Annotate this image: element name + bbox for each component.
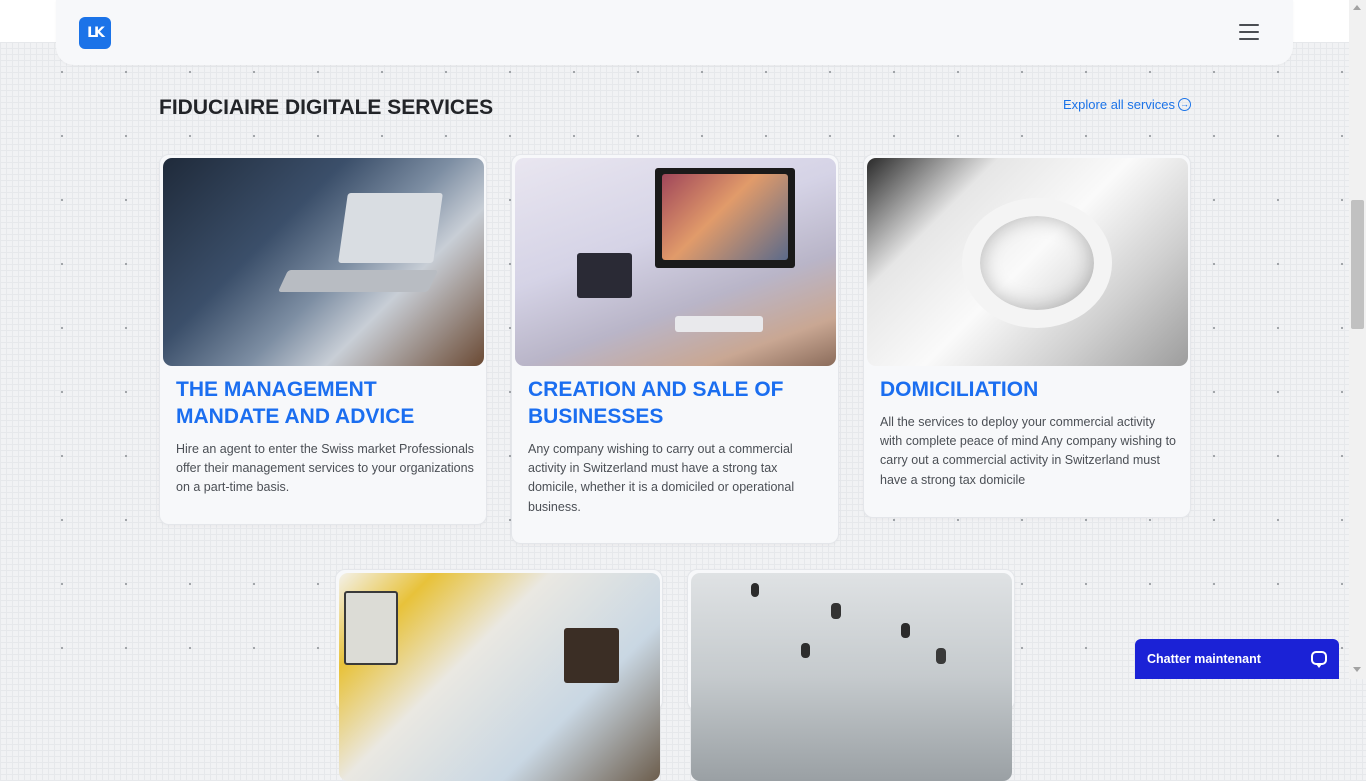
chat-label: Chatter maintenant [1147, 652, 1261, 666]
scroll-up-arrow-icon[interactable] [1353, 5, 1361, 10]
arrow-right-circle-icon: → [1178, 98, 1191, 111]
service-card-management[interactable]: THE MANAGEMENT MANDATE AND ADVICE Hire a… [159, 154, 487, 525]
hamburger-menu-icon[interactable] [1239, 24, 1259, 40]
card-title: THE MANAGEMENT MANDATE AND ADVICE [176, 378, 415, 428]
service-card-accounting[interactable] [335, 569, 663, 781]
site-header: LK [56, 0, 1293, 65]
chat-now-button[interactable]: Chatter maintenant [1135, 639, 1339, 679]
chat-bubble-icon [1311, 651, 1327, 668]
card-description: Any company wishing to carry out a comme… [528, 442, 795, 514]
spiral-staircase-image [867, 158, 1188, 366]
card-description: All the services to deploy your commerci… [880, 415, 1176, 487]
site-logo[interactable]: LK [79, 17, 111, 49]
service-card-creation-sale[interactable]: CREATION AND SALE OF BUSINESSES Any comp… [511, 154, 839, 544]
card-description: Hire an agent to enter the Swiss market … [176, 442, 475, 495]
explore-label: Explore all services [1063, 97, 1175, 112]
desk-computer-image [515, 158, 836, 366]
crowd-aerial-image [691, 573, 1012, 781]
service-card-people[interactable] [687, 569, 1015, 781]
explore-all-services-link[interactable]: Explore all services → [1063, 97, 1191, 112]
card-title: CREATION AND SALE OF BUSINESSES [528, 378, 784, 428]
service-card-domiciliation[interactable]: DOMICILIATION All the services to deploy… [863, 154, 1191, 518]
tax-documents-image [339, 573, 660, 781]
scrollbar-thumb[interactable] [1351, 200, 1364, 329]
vertical-scrollbar[interactable] [1349, 0, 1366, 679]
section-title: FIDUCIAIRE DIGITALE SERVICES [159, 96, 494, 119]
office-laptop-image [163, 158, 484, 366]
card-title: DOMICILIATION [880, 378, 1039, 401]
scroll-down-arrow-icon[interactable] [1353, 667, 1361, 672]
